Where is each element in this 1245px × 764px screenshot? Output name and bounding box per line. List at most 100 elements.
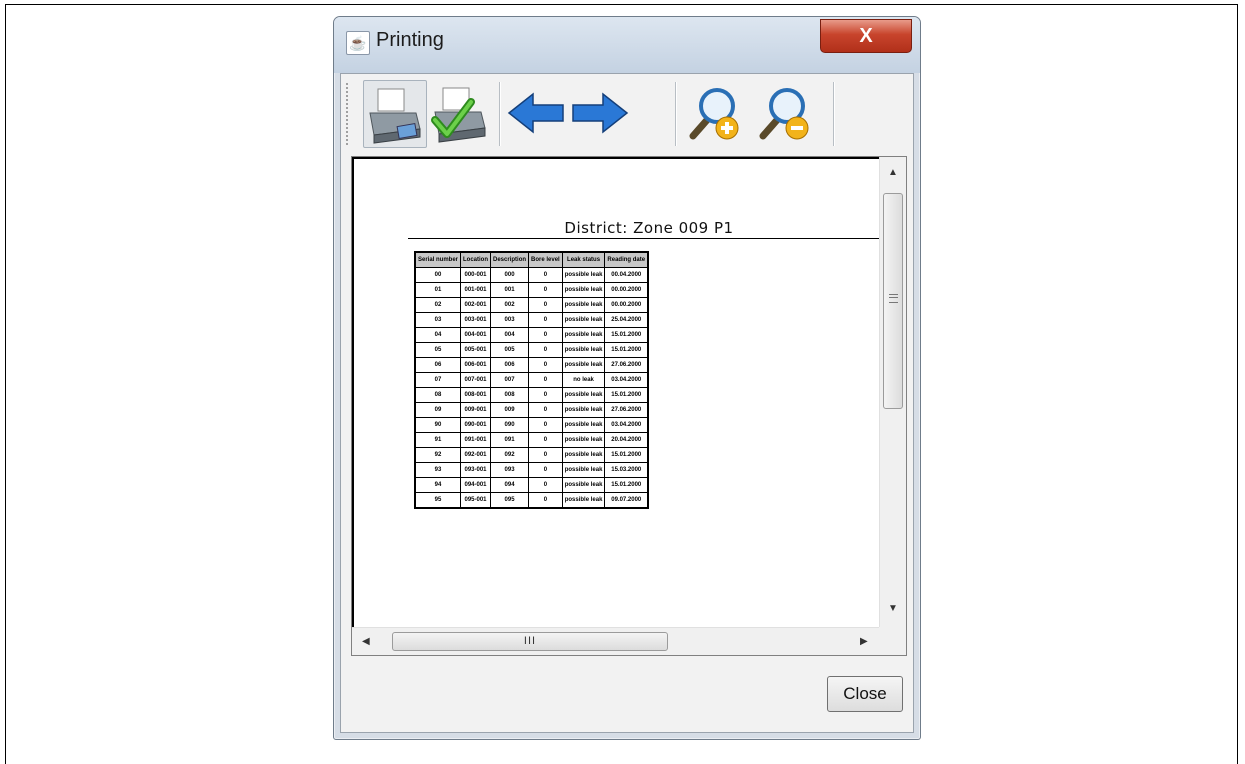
table-cell: 007 [490, 372, 530, 388]
print-button[interactable] [363, 80, 427, 148]
table-cell: 004-001 [460, 327, 492, 343]
column-header: Location [460, 251, 492, 268]
table-row: 00 000-001 000 0 possible leak 00.04.2000 [414, 267, 649, 283]
vertical-scrollbar[interactable]: ▲ ▼ [879, 157, 906, 627]
toolbar-separator [833, 82, 835, 146]
table-cell: possible leak [561, 387, 606, 403]
table-row: 94 094-001 094 0 possible leak 15.01.2000 [414, 477, 649, 493]
table-row: 92 092-001 092 0 possible leak 15.01.2000 [414, 447, 649, 463]
java-cup-icon: ☕ [346, 31, 370, 55]
dialog-content: District: Zone 009 P1 Serial number Locat… [340, 73, 914, 733]
table-cell: possible leak [561, 357, 606, 373]
table-cell: 0 [528, 297, 563, 313]
table-row: 02 002-001 002 0 possible leak 00.00.2000 [414, 297, 649, 313]
preview-page: District: Zone 009 P1 Serial number Locat… [352, 157, 880, 627]
table-cell: 006-001 [460, 357, 492, 373]
print-confirm-button[interactable] [429, 80, 493, 148]
scroll-corner [879, 627, 906, 655]
scroll-up-icon[interactable]: ▲ [888, 167, 898, 178]
toolbar-separator [675, 82, 677, 146]
table-cell: 0 [528, 462, 563, 478]
table-cell: 08 [414, 387, 462, 403]
table-cell: 25.04.2000 [604, 312, 649, 328]
previous-page-button[interactable] [505, 80, 569, 148]
window-close-button[interactable]: X [820, 19, 912, 53]
close-button[interactable]: Close [827, 676, 903, 712]
table-cell: 009-001 [460, 402, 492, 418]
table-cell: 03.04.2000 [604, 372, 649, 388]
table-cell: 0 [528, 312, 563, 328]
scroll-down-icon[interactable]: ▼ [888, 603, 898, 614]
table-cell: possible leak [561, 417, 606, 433]
table-cell: possible leak [561, 402, 606, 418]
table-cell: 0 [528, 387, 563, 403]
table-cell: possible leak [561, 462, 606, 478]
table-row: 01 001-001 001 0 possible leak 00.00.2000 [414, 282, 649, 298]
table-cell: 15.03.2000 [604, 462, 649, 478]
table-cell: 15.01.2000 [604, 387, 649, 403]
horizontal-scrollbar[interactable]: ◀ III ▶ [352, 627, 880, 655]
table-cell: 090 [490, 417, 530, 433]
table-cell: 0 [528, 357, 563, 373]
table-cell: 0 [528, 327, 563, 343]
column-header: Serial number [414, 251, 462, 268]
table-cell: 91 [414, 432, 462, 448]
table-row: 09 009-001 009 0 possible leak 27.06.2000 [414, 402, 649, 418]
zoom-out-button[interactable] [751, 80, 815, 148]
table-cell: 04 [414, 327, 462, 343]
table-cell: 090-001 [460, 417, 492, 433]
table-row: 03 003-001 003 0 possible leak 25.04.2000 [414, 312, 649, 328]
vertical-scroll-thumb[interactable] [883, 193, 903, 409]
next-page-button[interactable] [569, 80, 633, 148]
scroll-left-icon[interactable]: ◀ [362, 636, 370, 647]
print-preview: District: Zone 009 P1 Serial number Locat… [351, 156, 907, 656]
table-cell: possible leak [561, 447, 606, 463]
table-cell: possible leak [561, 477, 606, 493]
table-cell: 0 [528, 267, 563, 283]
print-confirm-icon [431, 87, 486, 143]
table-cell: 0 [528, 402, 563, 418]
table-cell: 15.01.2000 [604, 327, 649, 343]
print-icon [369, 88, 421, 144]
table-cell: 05 [414, 342, 462, 358]
table-cell: 093 [490, 462, 530, 478]
table-cell: possible leak [561, 432, 606, 448]
table-cell: 000 [490, 267, 530, 283]
table-cell: 002 [490, 297, 530, 313]
table-cell: 007-001 [460, 372, 492, 388]
table-cell: 27.06.2000 [604, 357, 649, 373]
table-cell: 005 [490, 342, 530, 358]
table-cell: 15.01.2000 [604, 447, 649, 463]
zoom-in-button[interactable] [681, 80, 745, 148]
table-cell: possible leak [561, 342, 606, 358]
table-row: 93 093-001 093 0 possible leak 15.03.2000 [414, 462, 649, 478]
table-cell: 95 [414, 492, 462, 509]
zoom-in-icon [689, 88, 739, 140]
scroll-right-icon[interactable]: ▶ [860, 636, 868, 647]
table-cell: 094-001 [460, 477, 492, 493]
table-cell: 15.01.2000 [604, 477, 649, 493]
table-row: 04 004-001 004 0 possible leak 15.01.2000 [414, 327, 649, 343]
table-cell: 091-001 [460, 432, 492, 448]
table-cell: 009 [490, 402, 530, 418]
report-title: District: Zone 009 P1 [564, 219, 734, 237]
table-cell: 094 [490, 477, 530, 493]
horizontal-scroll-thumb[interactable]: III [392, 632, 668, 651]
table-cell: possible leak [561, 282, 606, 298]
table-cell: 0 [528, 432, 563, 448]
column-header: Leak status [561, 251, 606, 268]
table-cell: 09.07.2000 [604, 492, 649, 509]
table-cell: 091 [490, 432, 530, 448]
table-cell: possible leak [561, 267, 606, 283]
title-bar[interactable]: ☕ Printing X [334, 17, 920, 73]
table-row: 91 091-001 091 0 possible leak 20.04.2000 [414, 432, 649, 448]
table-cell: 00.04.2000 [604, 267, 649, 283]
table-cell: 006 [490, 357, 530, 373]
table-cell: 92 [414, 447, 462, 463]
dialog-footer: Close [341, 664, 913, 734]
toolbar-grip-icon[interactable] [345, 82, 349, 146]
table-cell: 09 [414, 402, 462, 418]
table-cell: 06 [414, 357, 462, 373]
table-cell: possible leak [561, 297, 606, 313]
table-cell: 092 [490, 447, 530, 463]
